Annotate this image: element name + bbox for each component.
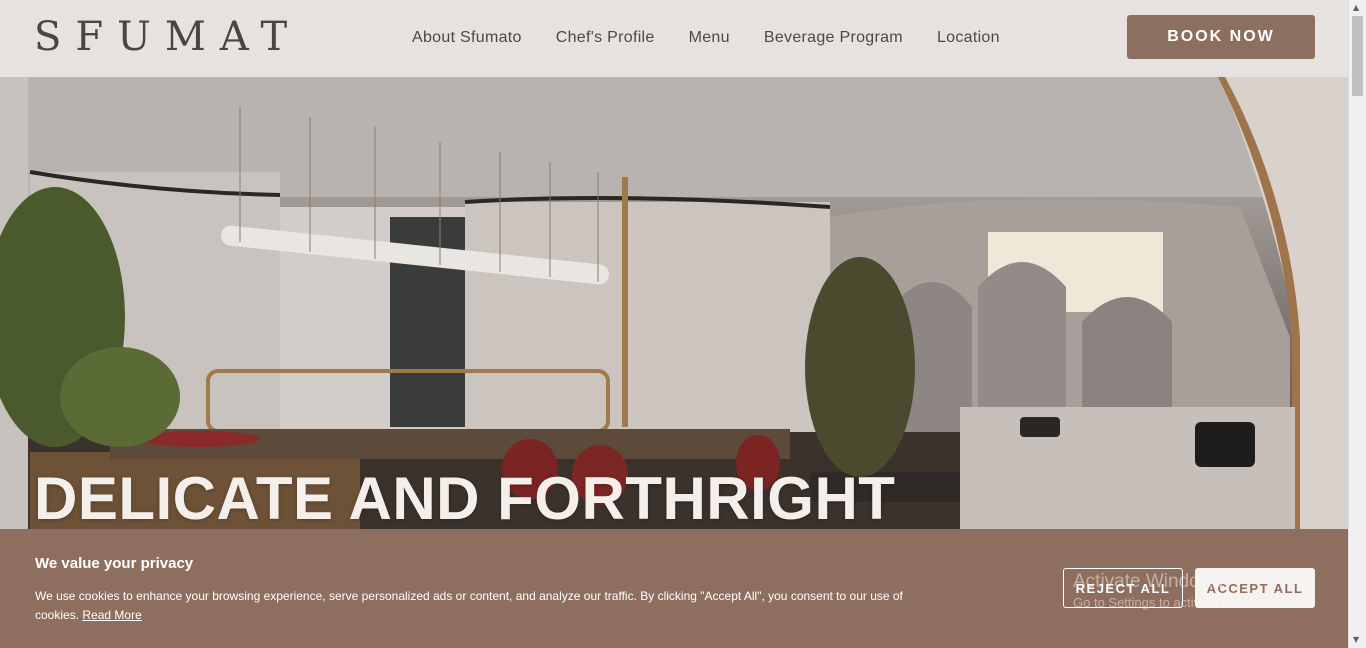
nav-about[interactable]: About Sfumato [412,27,522,49]
hero-section: DELICATE AND FORTHRIGHT [0,77,1348,529]
scroll-down-arrow-icon[interactable]: ▼ [1353,635,1359,645]
cookie-text: We use cookies to enhance your browsing … [35,589,903,622]
site-header: SFUMATO About Sfumato Chef's Profile Men… [0,0,1348,77]
scroll-thumb[interactable] [1352,16,1363,96]
nav-beverage-program[interactable]: Beverage Program [764,27,903,49]
cookie-title: We value your privacy [35,555,194,572]
accept-all-button[interactable]: ACCEPT ALL [1195,568,1315,608]
nav-chefs-profile[interactable]: Chef's Profile [556,27,655,49]
reject-all-button[interactable]: REJECT ALL [1063,568,1183,608]
logo[interactable]: SFUMATO [34,14,302,60]
hero-title: DELICATE AND FORTHRIGHT [34,465,896,529]
book-now-button[interactable]: BOOK NOW [1127,15,1315,59]
page-scrollbar[interactable]: ▲ ▼ [1348,0,1366,648]
nav-menu[interactable]: Menu [689,27,730,49]
hero-image [0,77,1348,529]
cookie-description: We use cookies to enhance your browsing … [35,587,915,625]
nav-location[interactable]: Location [937,27,1000,49]
cookie-consent-banner: We value your privacy We use cookies to … [0,529,1348,648]
scroll-up-arrow-icon[interactable]: ▲ [1353,3,1359,13]
main-nav: About Sfumato Chef's Profile Menu Bevera… [412,27,1000,49]
read-more-link[interactable]: Read More [82,608,141,622]
